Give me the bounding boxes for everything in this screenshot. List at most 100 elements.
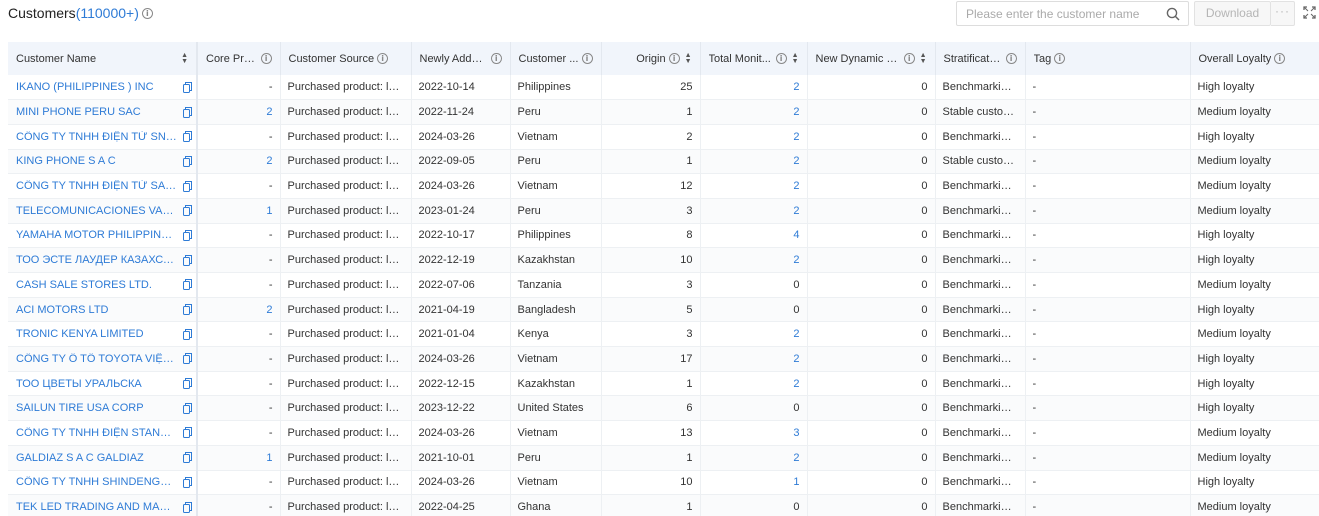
core-products-cell[interactable]: - <box>197 420 281 446</box>
customer-name-cell[interactable]: MINI PHONE PERU SAC <box>8 99 198 125</box>
customer-name-link[interactable]: CASH SALE STORES LTD. <box>16 279 177 291</box>
copy-icon[interactable] <box>183 402 192 414</box>
customer-name-link[interactable]: IKANO (PHILIPPINES ) INC <box>16 81 177 93</box>
table-row[interactable]: ТОО ЭСТЕ ЛАУДЕР КАЗАХСТАН - Purchased pr… <box>8 247 1319 273</box>
table-row[interactable]: CÔNG TY TNHH ĐIỆN TỬ SNC VIỆ... - Purcha… <box>8 124 1319 150</box>
info-icon[interactable]: i <box>141 7 153 19</box>
core-products-cell[interactable]: - <box>197 395 281 422</box>
core-products-cell[interactable]: - <box>197 124 281 150</box>
info-icon[interactable]: i <box>903 53 915 64</box>
column-header-tag[interactable]: Tag i <box>1025 42 1191 75</box>
total-monitored-cell[interactable]: 0 <box>700 272 808 298</box>
core-products-cell[interactable]: - <box>197 470 281 496</box>
table-row[interactable]: CÔNG TY TNHH ĐIỆN TỬ SAMSU... - Purchase… <box>8 173 1319 199</box>
copy-icon[interactable] <box>183 180 192 192</box>
table-row[interactable]: CÔNG TY Ô TÔ TOYOTA VIỆT NAM - Purchased… <box>8 346 1319 372</box>
core-products-cell[interactable]: 1 <box>197 198 281 224</box>
table-row[interactable]: SAILUN TIRE USA CORP - Purchased product… <box>8 395 1319 422</box>
customer-name-link[interactable]: ТОО ЭСТЕ ЛАУДЕР КАЗАХСТАН <box>16 254 177 266</box>
info-icon[interactable]: i <box>1005 53 1017 64</box>
total-monitored-cell[interactable]: 2 <box>700 445 808 471</box>
core-products-cell[interactable]: 2 <box>197 297 281 323</box>
core-products-cell[interactable]: - <box>197 272 281 298</box>
customer-name-cell[interactable]: CÔNG TY TNHH ĐIỆN TỬ SNC VIỆ... <box>8 124 198 150</box>
total-monitored-cell[interactable]: 2 <box>700 149 808 175</box>
column-header-overall-loyalty[interactable]: Overall Loyalty i <box>1190 42 1319 75</box>
customer-name-cell[interactable]: CÔNG TY TNHH SHINDENGEN VIỆ... <box>8 470 198 496</box>
info-icon[interactable]: i <box>1274 53 1286 64</box>
sort-icon[interactable]: ▲ ▼ <box>920 52 927 65</box>
info-icon[interactable]: i <box>581 53 593 64</box>
copy-icon[interactable] <box>183 476 192 488</box>
customer-name-link[interactable]: CÔNG TY TNHH ĐIỆN TỬ SNC VIỆ... <box>16 131 177 143</box>
core-products-cell[interactable]: 2 <box>197 149 281 175</box>
total-monitored-cell[interactable]: 2 <box>700 173 808 199</box>
customer-name-cell[interactable]: CÔNG TY TNHH ĐIỆN TỬ SAMSU... <box>8 173 198 199</box>
copy-icon[interactable] <box>183 229 192 241</box>
core-products-cell[interactable]: 2 <box>197 99 281 125</box>
total-monitored-cell[interactable]: 2 <box>700 198 808 224</box>
customer-name-cell[interactable]: CÔNG TY TNHH ĐIỆN STANLEY VI... <box>8 420 198 446</box>
info-icon[interactable]: i <box>1054 53 1066 64</box>
download-button[interactable]: Download <box>1194 1 1271 26</box>
total-monitored-cell[interactable]: 1 <box>700 470 808 496</box>
total-monitored-cell[interactable]: 2 <box>700 346 808 372</box>
customer-name-cell[interactable]: SAILUN TIRE USA CORP <box>8 395 198 422</box>
column-header-stratification[interactable]: Stratification i <box>935 42 1026 75</box>
copy-icon[interactable] <box>183 452 192 464</box>
core-products-cell[interactable]: - <box>197 75 281 101</box>
copy-icon[interactable] <box>183 328 192 340</box>
copy-icon[interactable] <box>183 131 192 143</box>
copy-icon[interactable] <box>183 106 192 118</box>
column-header-total-monitored[interactable]: Total Monit... i ▲ ▼ <box>700 42 808 75</box>
table-row[interactable]: ACI MOTORS LTD 2 Purchased product: led … <box>8 297 1319 323</box>
total-monitored-cell[interactable]: 0 <box>700 395 808 422</box>
customer-name-link[interactable]: ТОО ЦВЕТЫ УРАЛЬСКА <box>16 378 177 390</box>
table-row[interactable]: IKANO (PHILIPPINES ) INC - Purchased pro… <box>8 75 1319 101</box>
info-icon[interactable]: i <box>260 53 272 64</box>
table-row[interactable]: TRONIC KENYA LIMITED - Purchased product… <box>8 321 1319 348</box>
total-monitored-cell[interactable]: 2 <box>700 247 808 273</box>
customer-name-link[interactable]: MINI PHONE PERU SAC <box>16 106 177 118</box>
sort-icon[interactable]: ▲ ▼ <box>792 52 799 65</box>
copy-icon[interactable] <box>183 205 192 217</box>
search-input[interactable] <box>966 6 1161 21</box>
customer-name-cell[interactable]: TEK LED TRADING AND MANUFAC... <box>8 494 198 516</box>
column-header-new-dynamic[interactable]: New Dynamic N... i ▲ ▼ <box>807 42 936 75</box>
customer-name-link[interactable]: TEK LED TRADING AND MANUFAC... <box>16 501 177 513</box>
customer-name-cell[interactable]: TRONIC KENYA LIMITED <box>8 321 198 348</box>
copy-icon[interactable] <box>183 155 192 167</box>
core-products-cell[interactable]: - <box>197 321 281 348</box>
table-row[interactable]: TEK LED TRADING AND MANUFAC... - Purchas… <box>8 494 1319 516</box>
table-row[interactable]: CÔNG TY TNHH ĐIỆN STANLEY VI... - Purcha… <box>8 420 1319 446</box>
customer-name-link[interactable]: TELECOMUNICACIONES VALLE S ... <box>16 205 177 217</box>
copy-icon[interactable] <box>183 353 192 365</box>
customer-name-link[interactable]: TRONIC KENYA LIMITED <box>16 328 177 340</box>
core-products-cell[interactable]: - <box>197 371 281 397</box>
total-monitored-cell[interactable]: 2 <box>700 124 808 150</box>
customer-name-cell[interactable]: TELECOMUNICACIONES VALLE S ... <box>8 198 198 224</box>
customer-name-cell[interactable]: KING PHONE S A C <box>8 149 198 175</box>
copy-icon[interactable] <box>183 81 192 93</box>
customer-name-cell[interactable]: YAMAHA MOTOR PHILIPPINES INC. <box>8 223 198 249</box>
column-header-customer-name[interactable]: Customer Name ▲ ▼ <box>8 42 198 75</box>
customer-name-cell[interactable]: ACI MOTORS LTD <box>8 297 198 323</box>
table-row[interactable]: GALDIAZ S A C GALDIAZ 1 Purchased produc… <box>8 445 1319 471</box>
customer-name-link[interactable]: ACI MOTORS LTD <box>16 304 177 316</box>
table-row[interactable]: CÔNG TY TNHH SHINDENGEN VIỆ... - Purchas… <box>8 470 1319 496</box>
info-icon[interactable]: i <box>491 53 502 64</box>
total-monitored-cell[interactable]: 2 <box>700 321 808 348</box>
total-monitored-cell[interactable]: 0 <box>700 297 808 323</box>
info-icon[interactable]: i <box>668 53 680 64</box>
customer-name-cell[interactable]: IKANO (PHILIPPINES ) INC <box>8 75 198 101</box>
core-products-cell[interactable]: - <box>197 173 281 199</box>
customer-name-link[interactable]: CÔNG TY TNHH ĐIỆN STANLEY VI... <box>16 427 177 439</box>
core-products-cell[interactable]: 1 <box>197 445 281 471</box>
customer-name-cell[interactable]: ТОО ЭСТЕ ЛАУДЕР КАЗАХСТАН <box>8 247 198 273</box>
search-icon[interactable] <box>1166 7 1180 21</box>
core-products-cell[interactable]: - <box>197 346 281 372</box>
customer-name-link[interactable]: GALDIAZ S A C GALDIAZ <box>16 452 177 464</box>
table-row[interactable]: YAMAHA MOTOR PHILIPPINES INC. - Purchase… <box>8 223 1319 249</box>
info-icon[interactable]: i <box>775 53 787 64</box>
info-icon[interactable]: i <box>377 53 389 64</box>
